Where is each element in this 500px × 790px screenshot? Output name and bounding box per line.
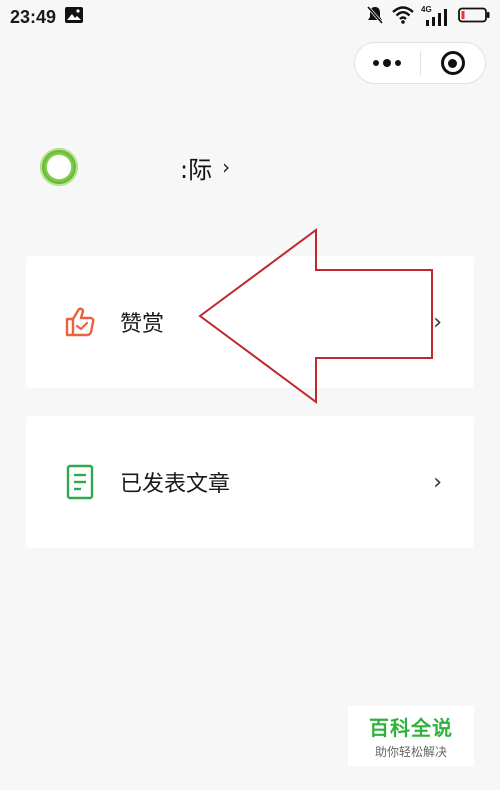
battery-icon	[458, 7, 490, 28]
menu-item-reward[interactable]: 赞赏 ›	[26, 256, 474, 388]
document-icon	[62, 464, 98, 500]
thumbs-up-icon	[62, 304, 98, 340]
profile-row[interactable]: :际 ›	[40, 144, 230, 190]
chevron-right-icon: ›	[433, 469, 442, 495]
target-icon	[440, 51, 465, 75]
watermark-title: 百科全说	[369, 716, 453, 740]
profile-name-wrap: :际 ›	[180, 150, 230, 185]
capsule-menu	[354, 42, 486, 84]
watermark-subtitle: 助你轻松解决	[374, 745, 447, 759]
annotation-arrow	[198, 228, 433, 404]
mute-icon	[366, 5, 384, 30]
watermark-logo: 百科全说 助你轻松解决	[348, 706, 474, 766]
menu-item-label: 赞赏	[120, 312, 165, 337]
avatar	[40, 148, 78, 186]
image-icon	[64, 6, 84, 29]
status-right: 4G	[366, 5, 490, 30]
close-button[interactable]	[421, 43, 486, 83]
status-bar: 23:49 4G	[0, 0, 500, 34]
menu-item-published-articles[interactable]: 已发表文章 ›	[26, 416, 474, 548]
chevron-right-icon: ›	[222, 155, 231, 179]
more-button[interactable]	[355, 43, 420, 83]
profile-name: :际	[180, 155, 213, 184]
menu-item-label: 已发表文章	[120, 472, 231, 497]
status-left: 23:49	[10, 6, 84, 29]
more-dots-icon	[371, 59, 403, 67]
wifi-icon	[392, 5, 414, 29]
signal-icon: 4G	[421, 5, 450, 27]
chevron-right-icon: ›	[433, 309, 442, 335]
status-time: 23:49	[10, 6, 57, 27]
